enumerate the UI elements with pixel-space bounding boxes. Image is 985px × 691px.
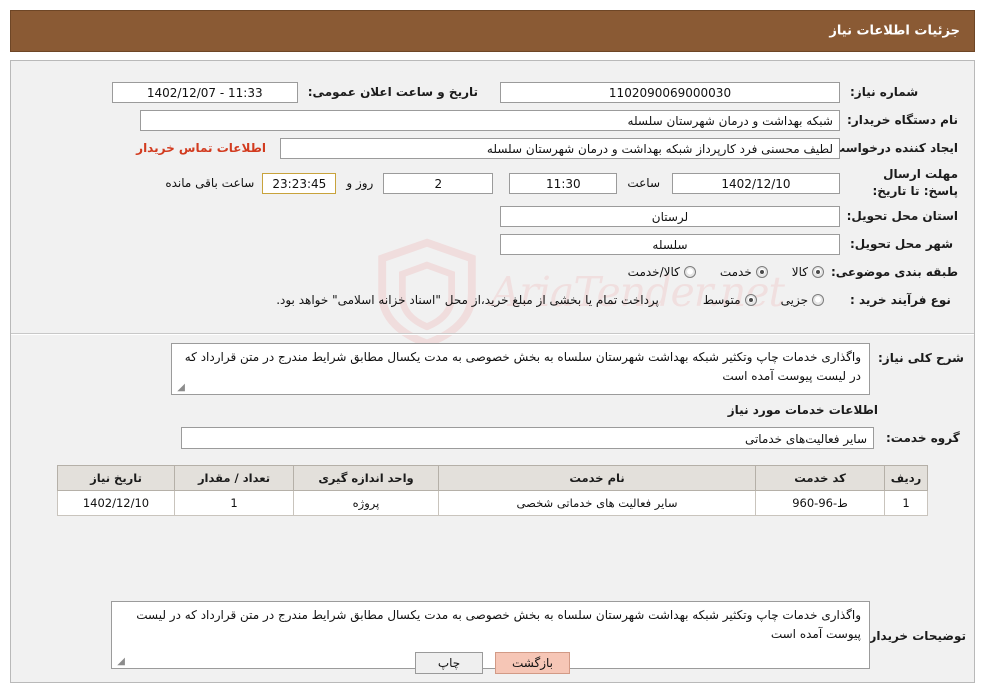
cell-row: 1 xyxy=(884,490,928,516)
deadline-time-value: 11:30 xyxy=(509,172,618,194)
row-city: شهر محل تحویل: سلسله xyxy=(19,231,966,257)
row-deadline: مهلت ارسال پاسخ: تا تاریخ: 1402/12/10 سا… xyxy=(19,163,966,203)
buyer-org-value: شبکه بهداشت و درمان شهرستان سلسله xyxy=(140,109,840,131)
requester-value: لطیف محسنی فرد کارپرداز شبکه بهداشت و در… xyxy=(280,137,840,159)
cell-date: 1402/12/10 xyxy=(57,490,175,516)
need-number-value: 1102090069000030 xyxy=(500,81,840,103)
category-option-kala-khedmat[interactable]: کالا/خدمت xyxy=(628,265,696,279)
remaining-days-label: روز و xyxy=(346,176,374,190)
row-buyer-org: نام دستگاه خریدار: شبکه بهداشت و درمان ش… xyxy=(19,107,966,133)
process-label: نوع فرآیند خرید : xyxy=(850,293,951,307)
process-option-jozii[interactable]: جزیی xyxy=(781,293,824,307)
process-option-motevaset[interactable]: متوسط xyxy=(703,293,757,307)
category-label: طبقه بندی موضوعی: xyxy=(830,265,958,279)
remaining-time-label: ساعت باقی مانده xyxy=(165,176,255,190)
process-option-label: جزیی xyxy=(780,293,808,307)
category-option-label: کالا xyxy=(791,265,808,279)
row-category: طبقه بندی موضوعی: کالا خدمت کالا/خدمت xyxy=(19,259,966,285)
category-option-khedmat[interactable]: خدمت xyxy=(720,265,768,279)
province-value: لرستان xyxy=(500,205,840,227)
cell-code: ط-96-960 xyxy=(755,490,885,516)
print-button[interactable]: چاپ xyxy=(415,652,483,674)
radio-icon[interactable] xyxy=(755,266,768,278)
deadline-label: مهلت ارسال پاسخ: تا تاریخ: xyxy=(872,167,959,198)
footer-actions: بازگشت چاپ xyxy=(11,652,974,674)
table-row: 1 ط-96-960 سایر فعالیت های خدماتی شخصی پ… xyxy=(57,490,928,516)
service-group-label: گروه خدمت: xyxy=(886,431,960,445)
process-option-label: متوسط xyxy=(702,293,741,307)
requester-label: ایجاد کننده درخواست: xyxy=(828,141,958,155)
city-label: شهر محل تحویل: xyxy=(850,237,954,251)
public-announce-value: 11:33 - 1402/12/07 xyxy=(111,81,298,103)
radio-icon[interactable] xyxy=(744,294,757,306)
process-note: پرداخت تمام یا بخشی از مبلغ خرید،از محل … xyxy=(276,293,659,307)
remaining-time-value: 23:23:45 xyxy=(262,172,337,194)
services-table: ردیف کد خدمت نام خدمت واحد اندازه گیری ت… xyxy=(57,465,928,516)
col-code: کد خدمت xyxy=(755,465,885,491)
remaining-days-value: 2 xyxy=(383,172,494,194)
buyer-contact-link[interactable]: اطلاعات تماس خریدار xyxy=(136,141,266,155)
row-province: استان محل تحویل: لرستان xyxy=(19,203,966,229)
col-name: نام خدمت xyxy=(438,465,756,491)
deadline-date-value: 1402/12/10 xyxy=(672,172,840,194)
service-group-row: گروه خدمت: سایر فعالیت‌های خدماتی xyxy=(19,427,966,457)
buyer-notes-text-value: واگذاری خدمات چاپ وتکثیر شبکه بهداشت شهر… xyxy=(136,608,861,641)
services-table-wrap: ردیف کد خدمت نام خدمت واحد اندازه گیری ت… xyxy=(57,465,928,516)
radio-icon[interactable] xyxy=(683,266,696,278)
hour-label: ساعت xyxy=(627,176,660,190)
province-label: استان محل تحویل: xyxy=(846,209,958,223)
col-row: ردیف xyxy=(884,465,928,491)
back-button[interactable]: بازگشت xyxy=(495,652,570,674)
cell-unit: پروژه xyxy=(293,490,439,516)
cell-name: سایر فعالیت های خدماتی شخصی xyxy=(438,490,756,516)
buyer-org-label: نام دستگاه خریدار: xyxy=(847,113,958,127)
table-header-row: ردیف کد خدمت نام خدمت واحد اندازه گیری ت… xyxy=(57,465,928,491)
radio-icon[interactable] xyxy=(812,294,824,306)
public-announce-label: تاریخ و ساعت اعلان عمومی: xyxy=(307,85,478,99)
category-radio-group: کالا خدمت کالا/خدمت xyxy=(610,265,824,279)
row-requester: ایجاد کننده درخواست: لطیف محسنی فرد کارپ… xyxy=(19,135,966,161)
category-option-label: کالا/خدمت xyxy=(627,265,680,279)
service-group-value: سایر فعالیت‌های خدماتی xyxy=(181,427,874,449)
details-panel: AriaTender.net شماره نیاز: 1102090069000… xyxy=(10,60,975,683)
col-qty: تعداد / مقدار xyxy=(174,465,294,491)
section-divider xyxy=(11,333,974,335)
general-need-text-value: واگذاری خدمات چاپ وتکثیر شبکه بهداشت شهر… xyxy=(184,350,861,383)
cell-qty: 1 xyxy=(174,490,294,516)
general-need-label: شرح کلی نیاز: xyxy=(878,351,964,365)
page-header: جزئیات اطلاعات نیاز xyxy=(10,10,975,52)
need-number-label: شماره نیاز: xyxy=(850,85,919,99)
radio-icon[interactable] xyxy=(812,266,824,278)
col-date: تاریخ نیاز xyxy=(57,465,175,491)
page-root: جزئیات اطلاعات نیاز AriaTender.net شماره… xyxy=(0,0,985,691)
category-option-kala[interactable]: کالا xyxy=(792,265,824,279)
general-need-text: واگذاری خدمات چاپ وتکثیر شبکه بهداشت شهر… xyxy=(171,343,870,395)
resize-grip-icon[interactable]: ◢ xyxy=(175,383,185,393)
city-value: سلسله xyxy=(500,233,840,255)
general-need-row: شرح کلی نیاز: واگذاری خدمات چاپ وتکثیر ش… xyxy=(19,343,966,399)
services-section: اطلاعات خدمات مورد نیاز گروه خدمت: سایر … xyxy=(19,403,966,516)
buyer-notes-label: توضیحات خریدار: xyxy=(864,629,966,643)
row-need-number: شماره نیاز: 1102090069000030 تاریخ و ساع… xyxy=(19,79,966,105)
page-title: جزئیات اطلاعات نیاز xyxy=(829,23,960,39)
services-section-title: اطلاعات خدمات مورد نیاز xyxy=(727,403,878,417)
need-form: شماره نیاز: 1102090069000030 تاریخ و ساع… xyxy=(19,69,966,331)
row-process: نوع فرآیند خرید : جزیی متوسط پرداخت تمام… xyxy=(19,287,966,313)
category-option-label: خدمت xyxy=(719,265,752,279)
col-unit: واحد اندازه گیری xyxy=(293,465,439,491)
process-radio-group: جزیی متوسط xyxy=(685,293,824,307)
